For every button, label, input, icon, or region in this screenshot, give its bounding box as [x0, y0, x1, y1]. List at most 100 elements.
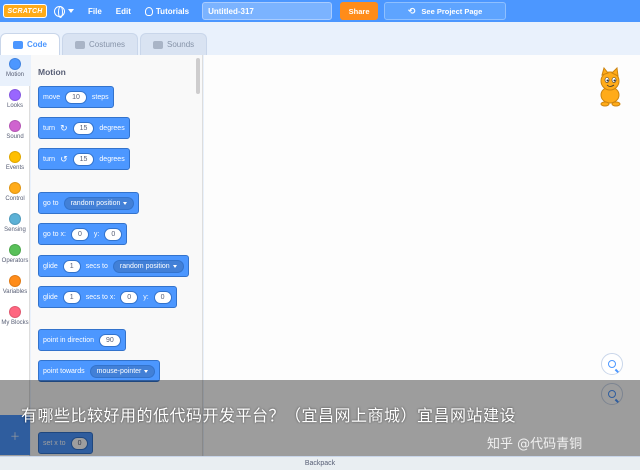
- rotate-right-icon: ↻: [60, 122, 68, 133]
- share-button[interactable]: Share: [340, 2, 379, 20]
- dropdown-value: random position: [70, 199, 121, 207]
- palette-section-title: Motion: [38, 67, 66, 77]
- palette-scrollbar[interactable]: [196, 58, 200, 94]
- chevron-down-icon: [144, 369, 149, 373]
- chevron-down-icon: [172, 264, 177, 268]
- block-text: y:: [93, 230, 100, 238]
- block-glide-to-xy[interactable]: glide 1 secs to x: 0 y: 0: [38, 286, 177, 308]
- category-label: Sensing: [4, 227, 26, 233]
- speaker-icon: [153, 40, 164, 49]
- watermark-text: 知乎 @代码青铜: [487, 437, 583, 452]
- block-point-in-direction[interactable]: point in direction 90: [38, 329, 126, 351]
- my-blocks-dot-icon: [9, 306, 21, 318]
- y-input[interactable]: 0: [104, 227, 123, 241]
- menu-bar: SCRATCH File Edit Tutorials Untitled-317…: [0, 0, 640, 22]
- looks-dot-icon: [9, 89, 21, 101]
- scratch-logo[interactable]: SCRATCH: [3, 4, 47, 18]
- zoom-in-icon: [608, 360, 616, 368]
- x-input[interactable]: 0: [70, 227, 89, 241]
- block-text: go to: [43, 199, 59, 207]
- events-dot-icon: [9, 151, 21, 163]
- block-text: glide: [43, 293, 58, 301]
- zoom-in-button[interactable]: [601, 353, 623, 375]
- direction-input[interactable]: 90: [98, 333, 121, 347]
- tab-costumes-label: Costumes: [89, 40, 126, 49]
- remix-arrows-icon: ⟲: [407, 5, 416, 16]
- category-motion[interactable]: Motion: [0, 55, 30, 86]
- category-label: Looks: [6, 103, 23, 109]
- block-glide-to[interactable]: glide 1 secs to random position: [38, 255, 189, 277]
- control-dot-icon: [9, 182, 21, 194]
- degrees-input[interactable]: 15: [72, 152, 95, 166]
- block-text: degrees: [99, 124, 125, 132]
- block-text: turn: [43, 155, 56, 163]
- chevron-down-icon: [68, 9, 74, 13]
- sensing-dot-icon: [9, 213, 21, 225]
- sound-dot-icon: [9, 120, 21, 132]
- category-looks[interactable]: Looks: [0, 86, 30, 117]
- block-go-to-xy[interactable]: go to x: 0 y: 0: [38, 223, 128, 245]
- secs-input[interactable]: 1: [62, 259, 81, 273]
- block-point-towards[interactable]: point towards mouse-pointer: [38, 360, 161, 382]
- category-label: Events: [5, 165, 25, 171]
- block-text: steps: [91, 93, 109, 101]
- block-turn-left[interactable]: turn ↺ 15 degrees: [38, 148, 130, 170]
- steps-input[interactable]: 10: [65, 90, 87, 104]
- x-input[interactable]: 0: [120, 290, 139, 304]
- see-project-page-button[interactable]: ⟲ See Project Page: [384, 2, 507, 20]
- block-move-steps[interactable]: move 10 steps: [38, 86, 114, 108]
- variables-dot-icon: [9, 275, 21, 287]
- block-text: degrees: [99, 155, 125, 163]
- tab-sounds[interactable]: Sounds: [140, 33, 208, 55]
- towards-target-dropdown[interactable]: mouse-pointer: [89, 364, 156, 378]
- block-text: go to x:: [43, 230, 66, 238]
- block-text: glide: [43, 262, 58, 270]
- glide-target-dropdown[interactable]: random position: [112, 259, 184, 273]
- editor-tabs: Code Costumes Sounds: [0, 33, 209, 55]
- category-sensing[interactable]: Sensing: [0, 210, 30, 241]
- category-label: Motion: [5, 72, 24, 78]
- tutorials-label: Tutorials: [155, 6, 190, 16]
- language-menu[interactable]: [47, 0, 81, 22]
- operators-dot-icon: [9, 244, 21, 256]
- category-sound[interactable]: Sound: [0, 117, 30, 148]
- block-text: point in direction: [43, 336, 94, 344]
- goto-target-dropdown[interactable]: random position: [63, 196, 135, 210]
- tab-code-label: Code: [27, 40, 47, 49]
- sprite-cat-icon: [600, 67, 621, 107]
- rotate-left-icon: ↺: [60, 153, 68, 164]
- dropdown-value: random position: [119, 262, 170, 270]
- category-label: Variables: [2, 289, 28, 295]
- tutorials-menu[interactable]: Tutorials: [138, 0, 196, 22]
- category-operators[interactable]: Operators: [0, 241, 30, 272]
- category-my-blocks[interactable]: My Blocks: [0, 303, 30, 334]
- category-label: Operators: [1, 258, 29, 264]
- category-variables[interactable]: Variables: [0, 272, 30, 303]
- edit-menu[interactable]: Edit: [109, 0, 138, 22]
- code-icon: [13, 40, 23, 49]
- category-label: My Blocks: [1, 320, 29, 326]
- backpack-bar[interactable]: Backpack: [0, 456, 640, 470]
- globe-icon: [54, 5, 65, 18]
- block-text: secs to: [85, 262, 108, 270]
- file-menu[interactable]: File: [81, 0, 109, 22]
- category-events[interactable]: Events: [0, 148, 30, 179]
- brush-icon: [75, 40, 85, 49]
- block-text: y:: [143, 293, 149, 301]
- block-text: point towards: [43, 367, 85, 375]
- project-title-input[interactable]: Untitled-317: [202, 2, 333, 20]
- degrees-input[interactable]: 15: [72, 121, 95, 135]
- tab-sounds-label: Sounds: [167, 40, 195, 49]
- block-text: secs to x:: [85, 293, 116, 301]
- caption-text: 有哪些比较好用的低代码开发平台？（宜昌网上商城）宜昌网站建设: [21, 406, 517, 425]
- tab-costumes[interactable]: Costumes: [62, 33, 139, 55]
- tab-code[interactable]: Code: [0, 33, 60, 55]
- y-input[interactable]: 0: [153, 290, 172, 304]
- motion-dot-icon: [9, 58, 21, 70]
- category-control[interactable]: Control: [0, 179, 30, 210]
- block-text: turn: [43, 124, 56, 132]
- secs-input[interactable]: 1: [62, 290, 81, 304]
- block-turn-right[interactable]: turn ↻ 15 degrees: [38, 117, 130, 139]
- category-label: Control: [5, 196, 25, 202]
- block-go-to[interactable]: go to random position: [38, 192, 140, 214]
